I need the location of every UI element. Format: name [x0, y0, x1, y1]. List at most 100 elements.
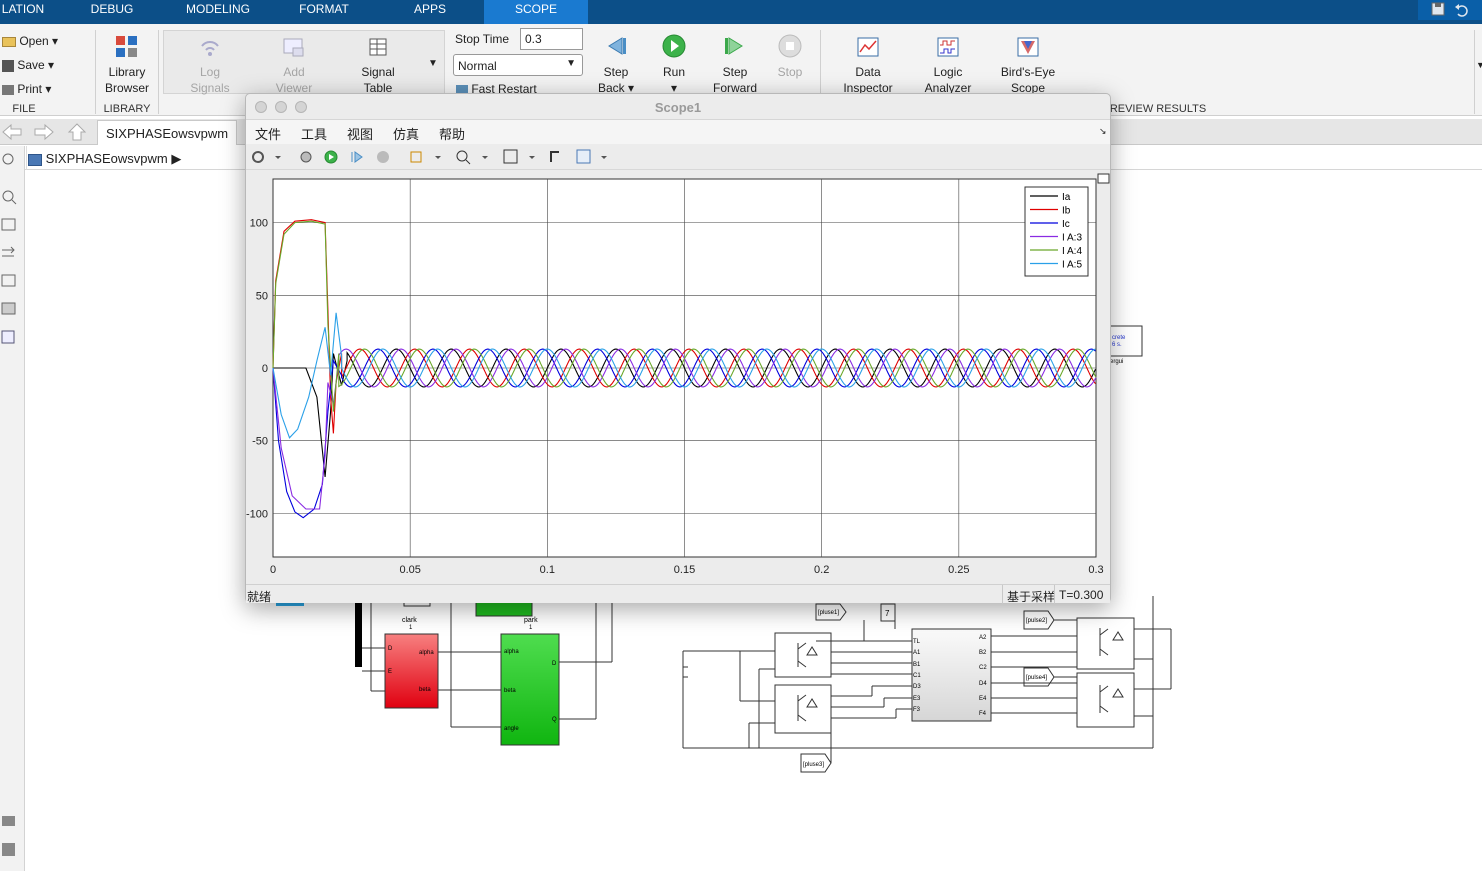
- log-signals-button[interactable]: Log Signals: [180, 36, 240, 96]
- scope-toolbar: [246, 144, 1110, 170]
- camera-icon[interactable]: [2, 816, 15, 826]
- review-section-label: REVIEW RESULTS: [1109, 103, 1207, 115]
- forward-arrow-icon[interactable]: [34, 123, 54, 141]
- open-button[interactable]: Open ▾: [2, 33, 82, 49]
- left-palette: [0, 146, 25, 871]
- annotation-icon[interactable]: [1, 274, 16, 287]
- settings-gear-icon[interactable]: [252, 151, 264, 163]
- chevron-down-icon[interactable]: [435, 156, 441, 159]
- motor-in-port: F3: [913, 707, 921, 713]
- menu-simulation[interactable]: 仿真: [393, 124, 419, 143]
- chevron-down-icon[interactable]: [275, 156, 281, 159]
- scope-statusbar: 就绪 基于采样 T=0.300: [246, 584, 1110, 604]
- model-tab[interactable]: SIXPHASEowsvpwm: [97, 120, 237, 145]
- save-label: Save: [17, 58, 45, 72]
- clark-block[interactable]: [384, 633, 439, 709]
- motor-block[interactable]: [911, 628, 992, 722]
- chevron-down-icon[interactable]: ▼: [428, 58, 438, 69]
- save-icon[interactable]: [1418, 0, 1482, 20]
- viewer-icon: [283, 38, 304, 57]
- fit-view-icon[interactable]: [1, 218, 16, 231]
- step-forward-button[interactable]: Step Forward: [706, 34, 764, 96]
- menu-file[interactable]: 文件: [255, 124, 281, 143]
- quick-access-toolbar: [1418, 0, 1482, 20]
- motor-out-port: A2: [979, 635, 987, 641]
- up-arrow-icon[interactable]: [67, 123, 87, 141]
- triggers-icon[interactable]: [550, 151, 559, 162]
- motor-tl: TL: [913, 639, 921, 645]
- zoom-in-icon[interactable]: [456, 150, 468, 162]
- tab-simulation[interactable]: LATION: [0, 0, 46, 24]
- x-tick-label: 0.25: [948, 564, 969, 576]
- simulation-mode-select[interactable]: Normal ▼: [453, 54, 583, 76]
- inverter-block[interactable]: [1076, 672, 1135, 728]
- y-tick-label: -100: [246, 508, 268, 520]
- print-label: Print: [17, 82, 43, 96]
- divider: [1474, 30, 1475, 114]
- step-back-icon[interactable]: [300, 151, 312, 163]
- highlight-icon[interactable]: [410, 151, 422, 163]
- wifi-signal-icon: [201, 41, 219, 56]
- chevron-down-icon[interactable]: [601, 156, 607, 159]
- hide-explorer-icon[interactable]: [2, 153, 14, 165]
- image-icon[interactable]: [1, 302, 16, 315]
- menu-tools[interactable]: 工具: [301, 124, 327, 143]
- zoom-icon[interactable]: [2, 190, 14, 202]
- tab-apps[interactable]: APPS: [396, 0, 464, 24]
- chevron-down-icon[interactable]: [482, 156, 488, 159]
- undock-icon[interactable]: ↘: [1099, 126, 1107, 137]
- tab-format[interactable]: FORMAT: [288, 0, 360, 24]
- back-arrow-icon[interactable]: [2, 123, 22, 141]
- scope-plot[interactable]: 0 0.05 0.1 0.15 0.2 0.25 0.3 100 50 0 -50 -100 Ia Ib I…: [246, 170, 1110, 578]
- library-browser-button[interactable]: Library Browser: [98, 34, 156, 96]
- motor-in-port: D3: [913, 684, 921, 690]
- step-forward-label-1: Step: [722, 65, 748, 79]
- chevron-down-icon[interactable]: ▼: [1476, 60, 1482, 70]
- stop-button[interactable]: Stop: [768, 34, 812, 80]
- birds-eye-scope-button[interactable]: Bird's-Eye Scope: [994, 36, 1062, 96]
- add-viewer-label-1: Add: [283, 65, 305, 79]
- pulse1-label: [pluse1]: [818, 610, 839, 616]
- powergui-block[interactable]: [1107, 325, 1143, 357]
- menu-help[interactable]: 帮助: [439, 124, 465, 143]
- logic-analyzer-icon: [937, 37, 959, 57]
- inverter-block[interactable]: [774, 632, 832, 678]
- birds-eye-label-1: Bird's-Eye: [1000, 65, 1056, 79]
- add-viewer-button[interactable]: Add Viewer: [264, 36, 324, 96]
- nav-arrows: [2, 123, 87, 141]
- stop-icon[interactable]: [377, 151, 389, 163]
- clark-in-e: E: [388, 669, 392, 675]
- inverter-block[interactable]: [1076, 617, 1135, 670]
- run-button[interactable]: Run ▾: [650, 34, 698, 96]
- step-back-button[interactable]: Step Back ▾: [588, 34, 644, 96]
- chevron-down-icon[interactable]: [529, 156, 535, 159]
- autoscale-icon[interactable]: [503, 149, 518, 164]
- motor-out-port: F4: [979, 711, 987, 717]
- x-tick-label: 0.3: [1088, 564, 1103, 576]
- inverter-block[interactable]: [774, 684, 832, 734]
- logic-analyzer-button[interactable]: Logic Analyzer: [916, 36, 980, 96]
- menu-view[interactable]: 视图: [347, 124, 373, 143]
- motor-in-port: B1: [913, 662, 921, 668]
- area-icon[interactable]: [1, 330, 15, 344]
- print-button[interactable]: Print ▾: [2, 81, 82, 97]
- x-tick-label: 0.1: [540, 564, 555, 576]
- simulation-mode-value: Normal: [458, 59, 497, 73]
- signal-table-button[interactable]: Signal Table: [348, 36, 408, 96]
- data-inspector-button[interactable]: Data Inspector: [836, 36, 900, 96]
- pulse4-label: [pulse4]: [1026, 675, 1047, 681]
- properties-icon[interactable]: [2, 843, 15, 856]
- tab-debug[interactable]: DEBUG: [76, 0, 148, 24]
- breadcrumb[interactable]: SIXPHASEowsvpwm ▶: [28, 151, 181, 167]
- tab-scope[interactable]: SCOPE: [484, 0, 588, 24]
- park-label: park: [524, 617, 538, 624]
- tab-modeling[interactable]: MODELING: [178, 0, 258, 24]
- step-forward-icon: [725, 37, 743, 55]
- y-tick-label: 100: [250, 218, 268, 230]
- step-forward-icon[interactable]: [351, 151, 363, 163]
- save-button[interactable]: Save ▾: [2, 57, 82, 73]
- arrow-icon[interactable]: [2, 246, 15, 257]
- stop-time-input[interactable]: 0.3: [520, 28, 583, 50]
- clark-label: clark: [402, 617, 417, 624]
- cursor-measurements-icon[interactable]: [576, 149, 591, 164]
